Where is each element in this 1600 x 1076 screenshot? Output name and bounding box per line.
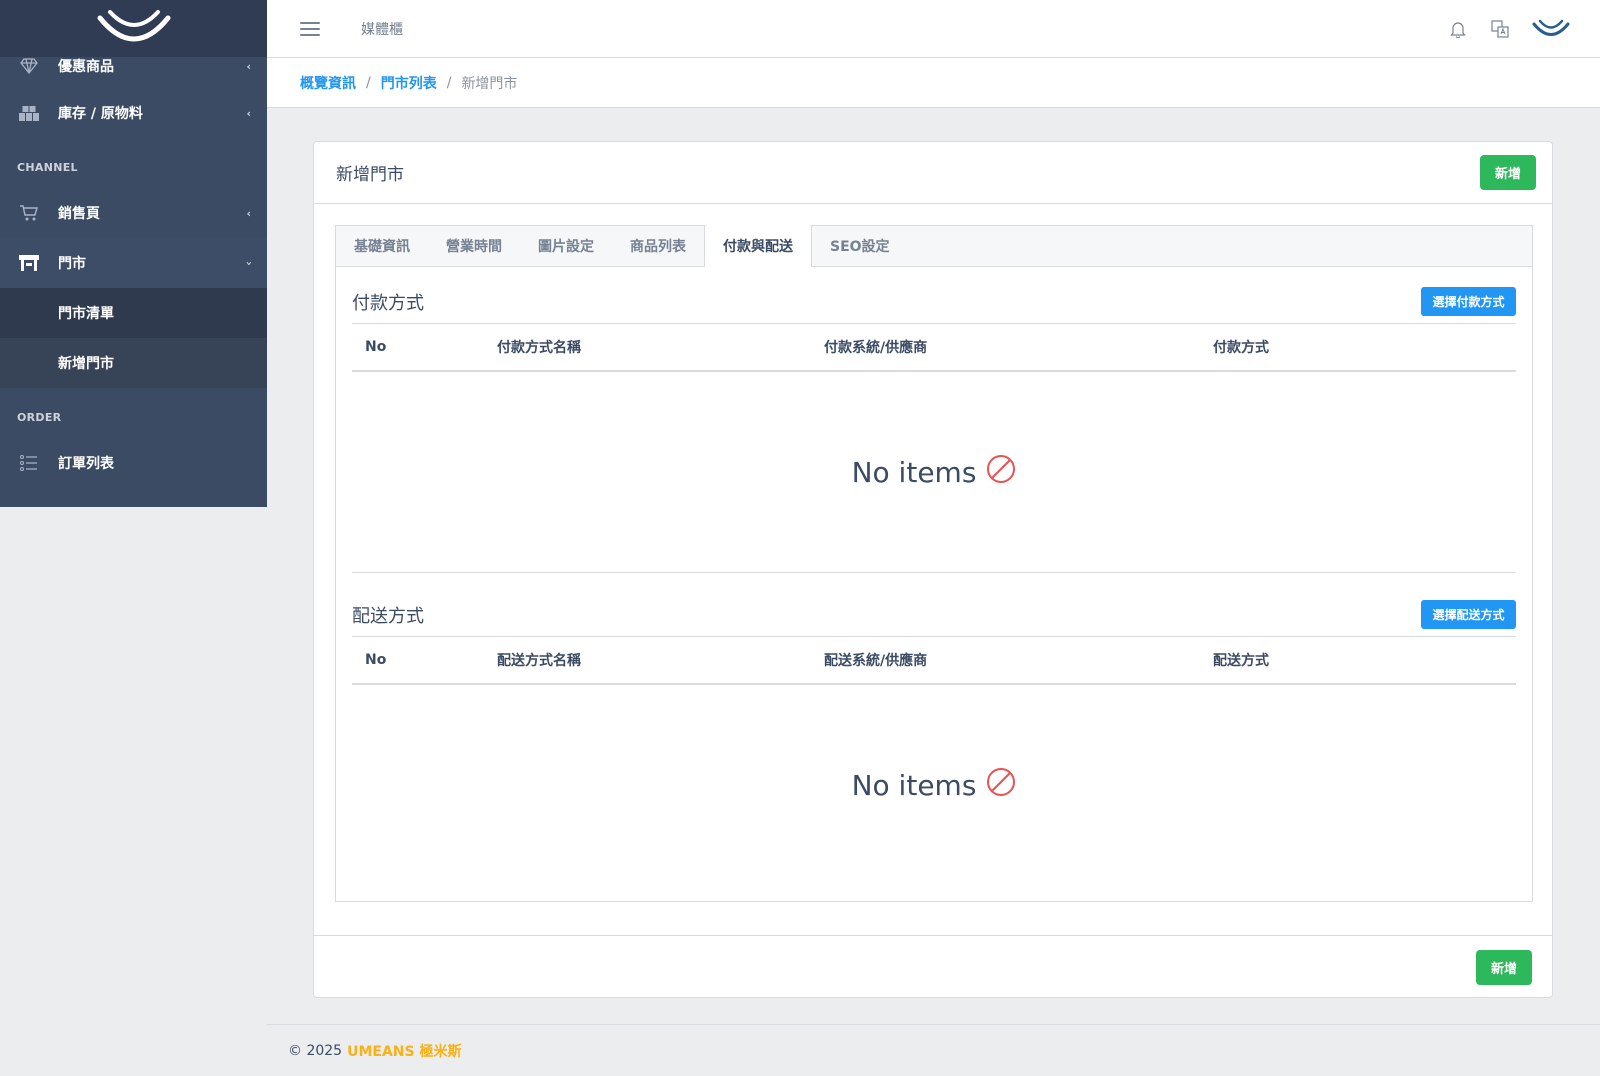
shipping-section-title: 配送方式 bbox=[352, 605, 424, 627]
payment-empty-state: No items bbox=[352, 372, 1516, 572]
breadcrumb-store-list[interactable]: 門市列表 bbox=[381, 73, 437, 93]
sidebar-item-inventory[interactable]: 庫存 / 原物料 ‹ bbox=[0, 88, 267, 138]
breadcrumb-separator: / bbox=[446, 74, 452, 91]
sidebar-item-store-list[interactable]: 門市清單 bbox=[0, 288, 267, 338]
column-header: No bbox=[365, 652, 387, 668]
payment-section-header: 付款方式 選擇付款方式 bbox=[352, 280, 1516, 324]
sidebar-item-label: 門市 bbox=[58, 256, 86, 272]
shipping-section: 配送方式 選擇配送方式 No 配送方式名稱 配送系統/供應商 配送方式 No i… bbox=[352, 593, 1516, 885]
sidebar-item-label: 新增門市 bbox=[58, 356, 114, 372]
add-button-bottom[interactable]: 新增 bbox=[1476, 950, 1532, 985]
sidebar-item-new-store[interactable]: 新增門市 bbox=[0, 338, 267, 388]
diamond-icon bbox=[18, 55, 40, 77]
breadcrumb-overview[interactable]: 概覽資訊 bbox=[300, 73, 356, 93]
sidebar-item-label: 庫存 / 原物料 bbox=[58, 106, 143, 122]
shipping-section-header: 配送方式 選擇配送方式 bbox=[352, 593, 1516, 637]
column-header: 配送系統/供應商 bbox=[824, 653, 928, 669]
new-store-card: 新增門市 新增 基礎資訊 營業時間 圖片設定 商品列表 付款與配送 SEO設定 … bbox=[313, 141, 1553, 998]
sidebar-section-channel: CHANNEL bbox=[17, 161, 78, 174]
card-footer: 新增 bbox=[314, 935, 1552, 997]
column-header: 付款方式 bbox=[1213, 340, 1269, 356]
add-button-top[interactable]: 新增 bbox=[1480, 155, 1536, 190]
sidebar-brand[interactable] bbox=[0, 0, 267, 57]
chevron-left-icon: ‹ bbox=[246, 59, 251, 73]
user-avatar-logo-icon[interactable] bbox=[1532, 19, 1570, 39]
column-header: No bbox=[365, 339, 387, 355]
sidebar-section-order: ORDER bbox=[17, 411, 62, 424]
column-header: 配送方式名稱 bbox=[497, 653, 581, 669]
page-title: 新增門市 bbox=[336, 165, 404, 185]
page-footer: © 2025 UMEANS 極米斯 bbox=[267, 1024, 1600, 1076]
translate-icon[interactable] bbox=[1490, 19, 1510, 39]
sidebar-item-sales-page[interactable]: 銷售頁 ‹ bbox=[0, 188, 267, 238]
tab-seo-settings[interactable]: SEO設定 bbox=[812, 225, 908, 266]
payment-table-header: No 付款方式名稱 付款系統/供應商 付款方式 bbox=[352, 324, 1516, 372]
column-header: 付款系統/供應商 bbox=[824, 340, 928, 356]
sidebar-item-label: 訂單列表 bbox=[58, 456, 114, 472]
sidebar-item-label: 門市清單 bbox=[58, 306, 114, 322]
sidebar-item-label: 優惠商品 bbox=[58, 59, 114, 75]
sidebar-nav: 優惠商品 ‹ 庫存 / 原物料 ‹ CHANNEL 銷售頁 ‹ 門市 ‹ 門市清… bbox=[0, 44, 267, 488]
sidebar-item-order-list[interactable]: 訂單列表 bbox=[0, 438, 267, 488]
empty-message: No items bbox=[851, 768, 977, 802]
column-header: 配送方式 bbox=[1213, 653, 1269, 669]
chevron-left-icon: ‹ bbox=[246, 206, 251, 220]
tab-payment-shipping[interactable]: 付款與配送 bbox=[704, 225, 812, 267]
footer-brand-link[interactable]: UMEANS 極米斯 bbox=[347, 1041, 461, 1061]
chevron-down-icon: ‹ bbox=[242, 260, 256, 266]
column-header: 付款方式名稱 bbox=[497, 340, 581, 356]
tabs-container: 基礎資訊 營業時間 圖片設定 商品列表 付款與配送 SEO設定 付款方式 選擇付… bbox=[335, 225, 1533, 902]
payment-section: 付款方式 選擇付款方式 No 付款方式名稱 付款系統/供應商 付款方式 No i… bbox=[352, 280, 1516, 573]
ban-icon bbox=[986, 454, 1016, 491]
tab-basic-info[interactable]: 基礎資訊 bbox=[336, 225, 428, 266]
store-icon bbox=[18, 252, 40, 274]
select-shipping-button[interactable]: 選擇配送方式 bbox=[1421, 600, 1516, 629]
tab-business-hours[interactable]: 營業時間 bbox=[428, 225, 520, 266]
sidebar-item-store[interactable]: 門市 ‹ bbox=[0, 238, 267, 288]
sidebar-item-label: 銷售頁 bbox=[58, 206, 100, 222]
breadcrumb: 概覽資訊 / 門市列表 / 新增門市 bbox=[267, 58, 1600, 108]
shipping-empty-state: No items bbox=[352, 685, 1516, 885]
card-header: 新增門市 新增 bbox=[314, 142, 1552, 204]
brand-logo-icon bbox=[96, 8, 172, 50]
select-payment-button[interactable]: 選擇付款方式 bbox=[1421, 287, 1516, 316]
tab-image-settings[interactable]: 圖片設定 bbox=[520, 225, 612, 266]
list-icon bbox=[18, 452, 40, 474]
ban-icon bbox=[986, 767, 1016, 804]
empty-message: No items bbox=[851, 455, 977, 489]
menu-toggle-icon[interactable] bbox=[300, 21, 320, 36]
sidebar: 優惠商品 ‹ 庫存 / 原物料 ‹ CHANNEL 銷售頁 ‹ 門市 ‹ 門市清… bbox=[0, 0, 267, 507]
cart-icon bbox=[18, 202, 40, 224]
top-header: 媒體櫃 bbox=[267, 0, 1600, 58]
header-actions bbox=[1448, 0, 1570, 58]
breadcrumb-separator: / bbox=[366, 74, 371, 91]
tab-product-list[interactable]: 商品列表 bbox=[612, 225, 704, 266]
inventory-icon bbox=[18, 102, 40, 124]
payment-section-title: 付款方式 bbox=[352, 292, 424, 314]
section-divider bbox=[352, 572, 1516, 573]
chevron-left-icon: ‹ bbox=[246, 106, 251, 120]
tab-bar: 基礎資訊 營業時間 圖片設定 商品列表 付款與配送 SEO設定 bbox=[336, 225, 1532, 267]
copyright-text: © 2025 bbox=[288, 1042, 343, 1059]
breadcrumb-current: 新增門市 bbox=[461, 75, 518, 92]
header-media-link[interactable]: 媒體櫃 bbox=[361, 19, 403, 39]
shipping-table-header: No 配送方式名稱 配送系統/供應商 配送方式 bbox=[352, 637, 1516, 685]
bell-icon[interactable] bbox=[1448, 19, 1468, 39]
